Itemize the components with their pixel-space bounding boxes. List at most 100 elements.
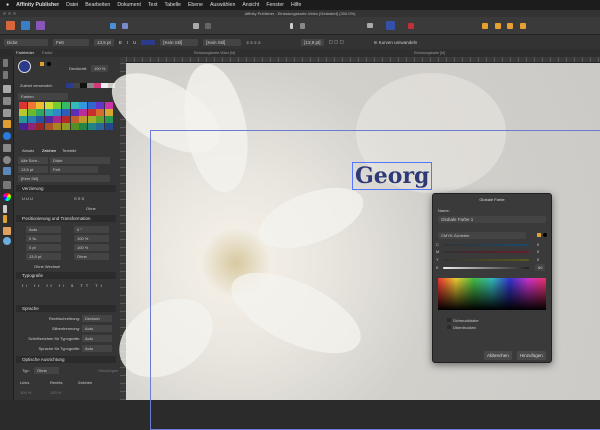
type-select[interactable]: Ohne	[34, 367, 59, 374]
lasso-icon[interactable]	[367, 23, 373, 28]
color-swatch[interactable]	[79, 116, 88, 123]
color-swatch[interactable]	[61, 109, 71, 116]
size-field[interactable]: 13,5 pt	[18, 166, 48, 173]
opacity-field[interactable]: 100 %	[91, 65, 109, 72]
place-image-tool-icon[interactable]	[3, 167, 11, 175]
mode-select[interactable]: CMYK-Schieber	[438, 232, 526, 239]
color-swatch[interactable]	[19, 116, 28, 123]
eyedropper-icon[interactable]	[537, 233, 541, 237]
color-swatch[interactable]	[104, 116, 113, 123]
arrange-icon[interactable]	[482, 23, 488, 29]
menu-text[interactable]: Text	[148, 2, 158, 8]
color-swatch[interactable]	[61, 102, 71, 109]
group-icon[interactable]	[495, 23, 501, 29]
color-swatch[interactable]	[87, 109, 96, 116]
color-swatch[interactable]	[104, 109, 113, 116]
fill-color-circle[interactable]	[18, 60, 31, 73]
name-field[interactable]: Globale Farbe 1	[438, 216, 546, 223]
section-language[interactable]: Sprache	[16, 305, 116, 312]
text-color-swatch[interactable]	[141, 39, 156, 45]
color-swatch[interactable]	[53, 102, 62, 109]
k-value[interactable]: 60	[535, 264, 546, 271]
lang-value-0[interactable]: Deutsch	[82, 315, 112, 322]
add-button[interactable]: Hinzufügen	[98, 368, 118, 373]
eyedropper-icon[interactable]	[40, 62, 44, 66]
preflight-icon[interactable]	[122, 23, 128, 29]
color-swatch[interactable]	[53, 109, 62, 116]
color-swatch[interactable]	[87, 102, 96, 109]
color-swatch[interactable]	[96, 116, 105, 123]
section-optical[interactable]: Optische Ausrichtung	[16, 356, 116, 363]
color-swatch[interactable]	[44, 123, 53, 130]
tab-document[interactable]: Einladungskarte-Video [M]	[194, 51, 235, 55]
color-swatch[interactable]	[79, 102, 88, 109]
hscale-field[interactable]: 100 %	[74, 235, 109, 242]
table-tool-icon[interactable]	[3, 97, 11, 105]
underline-button[interactable]: U	[133, 40, 136, 45]
color-swatch[interactable]	[27, 123, 36, 130]
color-swatch[interactable]	[19, 123, 28, 130]
tab-document-2[interactable]: Einladungskarte [M]	[414, 51, 445, 55]
frame-text-tool-icon[interactable]	[3, 85, 11, 93]
color-swatch[interactable]	[104, 102, 113, 109]
color-swatch[interactable]	[27, 102, 36, 109]
color-swatch[interactable]	[104, 123, 113, 130]
pin-icon[interactable]	[290, 23, 293, 29]
font-select[interactable]: Didot	[50, 157, 110, 164]
color-picker-tool-icon[interactable]	[3, 215, 7, 223]
photo-persona-icon[interactable]	[21, 21, 30, 30]
tab-farbfelder[interactable]: Farbfelder	[16, 50, 34, 55]
color-swatch[interactable]	[44, 116, 53, 123]
weight-select[interactable]: Fett	[50, 166, 98, 173]
order-icon[interactable]	[507, 23, 513, 29]
pen-tool-icon[interactable]	[3, 120, 11, 128]
lang-value-1[interactable]: Auto	[82, 325, 112, 332]
skew-field[interactable]: 0 °	[74, 226, 109, 233]
color-swatch[interactable]	[70, 109, 79, 116]
italic-button[interactable]: I	[127, 40, 128, 45]
zoom-tool-icon[interactable]	[3, 237, 11, 245]
convert-to-curves-button[interactable]: In Kurven umwandeln	[374, 40, 418, 45]
cancel-button[interactable]: Abbrechen	[484, 351, 512, 360]
underline-options[interactable]: U U U	[22, 196, 33, 201]
ellipse-frame-tool-icon[interactable]	[3, 156, 11, 164]
font-size-field[interactable]: 13,5 pt	[94, 38, 114, 46]
decoration-ohne[interactable]: Ohne	[86, 206, 96, 211]
font-style-select[interactable]: Fett	[53, 38, 89, 46]
master-page-icon[interactable]	[193, 23, 199, 29]
menu-fenster[interactable]: Fenster	[266, 2, 284, 8]
color-swatch[interactable]	[87, 123, 96, 130]
color-swatch[interactable]	[96, 123, 105, 130]
crop-tool-icon[interactable]	[3, 181, 11, 189]
bold-button[interactable]: B	[119, 40, 122, 45]
shape-tool-icon[interactable]	[3, 132, 11, 140]
baseline-field[interactable]: 0 pt	[26, 244, 61, 251]
overprint-checkbox[interactable]	[447, 325, 451, 329]
c-slider[interactable]	[443, 244, 529, 246]
color-swatch[interactable]	[70, 102, 79, 109]
color-swatch[interactable]	[53, 116, 62, 123]
strike-options[interactable]: S S S	[74, 196, 84, 201]
leading-field[interactable]: [13,9 pt]	[301, 38, 324, 46]
menu-tabelle[interactable]: Tabelle	[164, 2, 180, 8]
color-swatch[interactable]	[79, 109, 88, 116]
m-slider[interactable]	[443, 251, 529, 253]
color-swatch-icon[interactable]	[386, 21, 395, 30]
menu-dokument[interactable]: Dokument	[117, 2, 141, 8]
tab-zeichen[interactable]: Zeichen	[42, 148, 56, 153]
menu-ansicht[interactable]: Ansicht	[242, 2, 259, 8]
color-swatch[interactable]	[61, 123, 71, 130]
designer-persona-icon[interactable]	[36, 21, 45, 30]
color-swatch[interactable]	[70, 123, 79, 130]
transparency-tool-icon[interactable]	[3, 205, 7, 213]
menu-ebene[interactable]: Ebene	[188, 2, 203, 8]
color-swatch[interactable]	[44, 102, 53, 109]
vscale-field[interactable]: 100 %	[74, 244, 109, 251]
case-field[interactable]: Ohne	[74, 253, 109, 260]
menu-app[interactable]: Affinity Publisher	[16, 2, 59, 8]
color-swatch[interactable]	[44, 109, 53, 116]
color-spectrum[interactable]	[438, 278, 546, 310]
color-swatch[interactable]	[53, 123, 62, 130]
color-swatch[interactable]	[70, 116, 79, 123]
kerning-field[interactable]: Auto	[26, 226, 61, 233]
